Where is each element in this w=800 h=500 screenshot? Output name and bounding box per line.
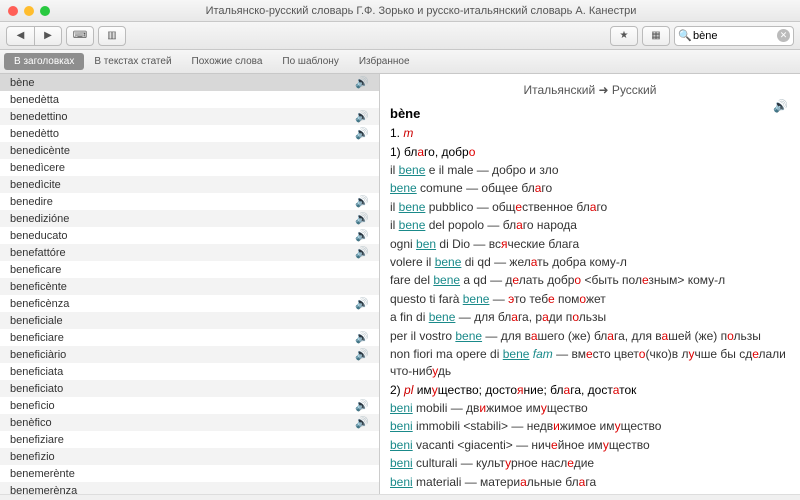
example-line: beni immateriali — духовные ценности	[390, 492, 790, 494]
speaker-icon[interactable]: 🔊	[355, 331, 369, 344]
example-line: volere il bene di qd — желать добра кому…	[390, 254, 790, 271]
speaker-icon[interactable]: 🔊	[355, 110, 369, 123]
speaker-icon[interactable]: 🔊	[355, 348, 369, 361]
list-item[interactable]: benedètta	[0, 91, 379, 108]
list-item[interactable]: benefattóre🔊	[0, 244, 379, 261]
speaker-icon[interactable]: 🔊	[355, 76, 369, 89]
nav-seg: ◀ ▶	[6, 26, 62, 46]
titlebar: Итальянско-русский словарь Г.Ф. Зорько и…	[0, 0, 800, 22]
list-item[interactable]: benemerènte	[0, 465, 379, 482]
keyboard-button[interactable]: ⌨	[66, 26, 94, 46]
list-item[interactable]: benedètto🔊	[0, 125, 379, 142]
minimize-icon[interactable]	[24, 6, 34, 16]
list-item[interactable]: beneficiale	[0, 312, 379, 329]
speaker-icon[interactable]: 🔊	[355, 212, 369, 225]
list-item[interactable]: benefiziare	[0, 431, 379, 448]
list-item[interactable]: beneficare	[0, 261, 379, 278]
example-line: per il vostro bene — для вашего (же) бла…	[390, 328, 790, 345]
list-item[interactable]: benefìcio🔊	[0, 397, 379, 414]
list-item[interactable]: benedire🔊	[0, 193, 379, 210]
list-item[interactable]: benemerènza	[0, 482, 379, 494]
speaker-icon[interactable]: 🔊	[355, 399, 369, 412]
article-pane[interactable]: Итальянский ➜ Русский 🔊 bène 1. m 1) бла…	[380, 74, 800, 494]
search-field[interactable]: 🔍 ✕	[674, 26, 794, 46]
list-item[interactable]: beneficènte	[0, 278, 379, 295]
example-line: ogni ben di Dio — всяческие блага	[390, 236, 790, 253]
close-icon[interactable]	[8, 6, 18, 16]
forward-button[interactable]: ▶	[34, 26, 62, 46]
example-line: fare del bene a qd — делать добро <быть …	[390, 272, 790, 289]
list-item[interactable]: beneficènza🔊	[0, 295, 379, 312]
headword: bène	[390, 105, 790, 124]
direction-header: Итальянский ➜ Русский	[390, 80, 790, 105]
gloss-line: 1) благо, добро	[390, 144, 790, 161]
list-item[interactable]: benedìcere	[0, 159, 379, 176]
speaker-icon[interactable]: 🔊	[355, 127, 369, 140]
list-item[interactable]: beneficiare🔊	[0, 329, 379, 346]
speaker-icon[interactable]: 🔊	[773, 98, 788, 115]
speaker-icon[interactable]: 🔊	[355, 297, 369, 310]
list-item[interactable]: benefìzio	[0, 448, 379, 465]
zoom-icon[interactable]	[40, 6, 50, 16]
search-icon: 🔍	[678, 29, 692, 42]
window-title: Итальянско-русский словарь Г.Ф. Зорько и…	[50, 5, 792, 17]
sense-line: 1. m	[390, 125, 790, 142]
example-line: non fiori ma opere di bene fam — вместо …	[390, 346, 790, 381]
tab-0[interactable]: В заголовках	[4, 53, 84, 70]
list-item[interactable]: beneficiata	[0, 363, 379, 380]
star-button[interactable]: ★	[610, 26, 638, 46]
list-item[interactable]: benedìcite	[0, 176, 379, 193]
gloss-line-2: 2) pl имущество; достояние; блага, доста…	[390, 382, 790, 399]
example-line: questo ti farà bene — это тебе поможет	[390, 291, 790, 308]
example-line: beni materiali — материальные блага	[390, 474, 790, 491]
example-line: beni mobili — движимое имущество	[390, 400, 790, 417]
books-button[interactable]: ▥	[98, 26, 126, 46]
list-item[interactable]: beneficiàrio🔊	[0, 346, 379, 363]
list-item[interactable]: benèfico🔊	[0, 414, 379, 431]
list-item[interactable]: beneficiato	[0, 380, 379, 397]
speaker-icon[interactable]: 🔊	[355, 416, 369, 429]
speaker-icon[interactable]: 🔊	[355, 195, 369, 208]
example-line: bene comune — общее благо	[390, 180, 790, 197]
example-line: il bene pubblico — общественное благо	[390, 199, 790, 216]
list-item[interactable]: benedettino🔊	[0, 108, 379, 125]
tab-3[interactable]: По шаблону	[272, 53, 348, 70]
example-line: beni culturali — культурное наследие	[390, 455, 790, 472]
filter-tabs: В заголовкахВ текстах статейПохожие слов…	[0, 50, 800, 74]
list-item[interactable]: benedicènte	[0, 142, 379, 159]
traffic-lights	[8, 6, 50, 16]
example-line: il bene e il male — добро и зло	[390, 162, 790, 179]
search-input[interactable]	[674, 26, 794, 46]
list-item[interactable]: benedizióne🔊	[0, 210, 379, 227]
grid-button[interactable]: ▦	[642, 26, 670, 46]
wordlist[interactable]: bène🔊benedèttabenedettino🔊benedètto🔊bene…	[0, 74, 380, 494]
tab-2[interactable]: Похожие слова	[182, 53, 273, 70]
example-line: il bene del popolo — благо народа	[390, 217, 790, 234]
speaker-icon[interactable]: 🔊	[355, 246, 369, 259]
list-item[interactable]: beneducato🔊	[0, 227, 379, 244]
speaker-icon[interactable]: 🔊	[355, 229, 369, 242]
status-bar	[0, 494, 800, 500]
example-line: a fin di bene — для блага, ради пользы	[390, 309, 790, 326]
tab-1[interactable]: В текстах статей	[84, 53, 181, 70]
list-item[interactable]: bène🔊	[0, 74, 379, 91]
tab-4[interactable]: Избранное	[349, 53, 420, 70]
back-button[interactable]: ◀	[6, 26, 34, 46]
clear-icon[interactable]: ✕	[777, 29, 790, 42]
toolbar: ◀ ▶ ⌨ ▥ ★ ▦ 🔍 ✕	[0, 22, 800, 50]
example-line: beni immobili <stabili> — недвижимое иму…	[390, 418, 790, 435]
example-line: beni vacanti <giacenti> — ничейное имуще…	[390, 437, 790, 454]
